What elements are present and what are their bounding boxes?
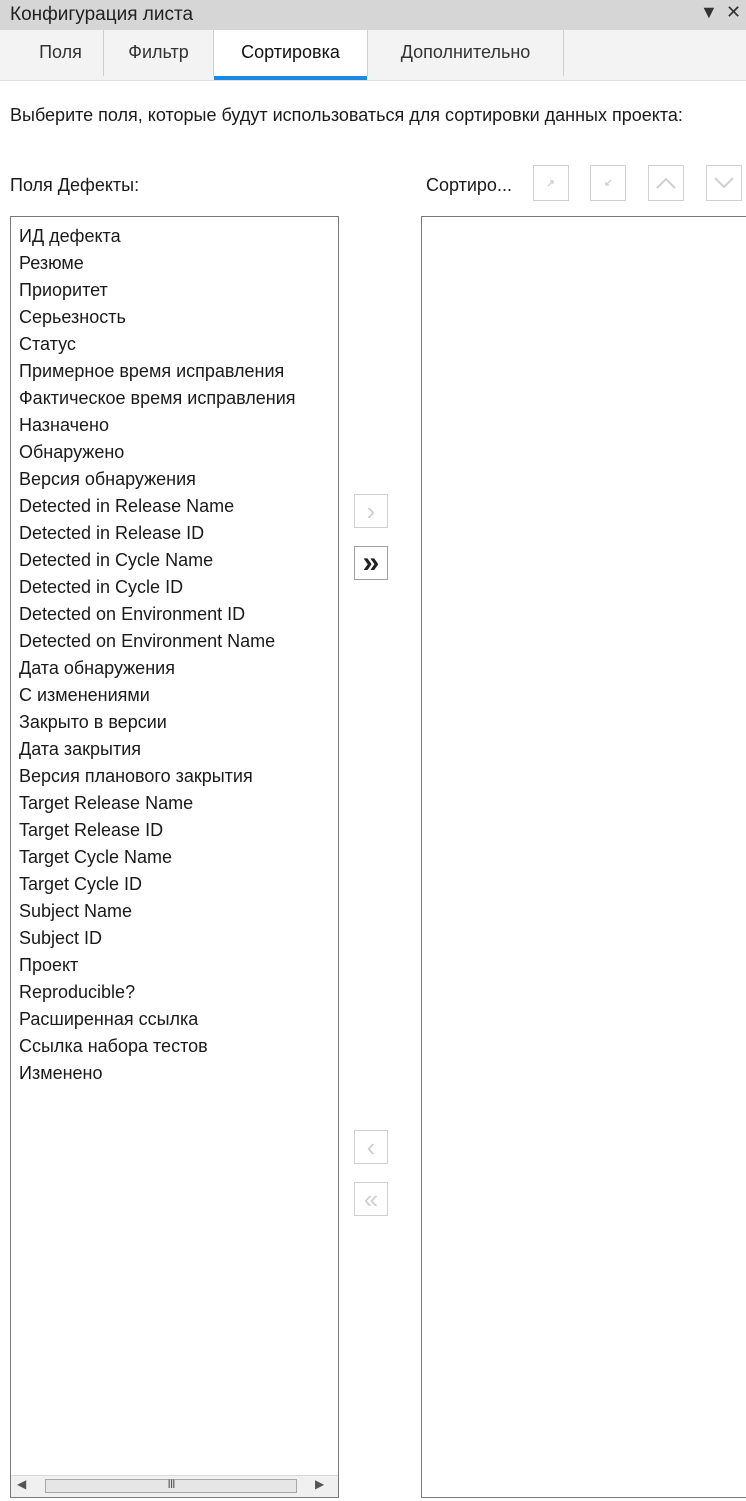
chevron-up-icon bbox=[656, 177, 676, 189]
description-text: Выберите поля, которые будут использоват… bbox=[10, 105, 683, 125]
remove-selected-button[interactable]: ‹ bbox=[354, 1130, 388, 1164]
scroll-right-icon[interactable]: ▶ bbox=[315, 1477, 324, 1491]
arrow-down-left-icon bbox=[605, 179, 612, 186]
chevron-down-icon bbox=[714, 177, 734, 189]
available-fields-label: Поля Дефекты: bbox=[10, 175, 140, 195]
field-list-item[interactable]: Приоритет bbox=[19, 277, 338, 304]
add-selected-button[interactable]: › bbox=[354, 494, 388, 528]
tab-sorting[interactable]: Сортировка bbox=[214, 30, 368, 80]
field-list-item[interactable]: Detected on Environment Name bbox=[19, 628, 338, 655]
available-fields-items: ИД дефекта Резюме Приоритет Серьезность Стат… bbox=[11, 217, 338, 1087]
move-top-button[interactable] bbox=[533, 165, 569, 201]
arrow-up-right-icon bbox=[547, 180, 554, 187]
field-list-item[interactable]: Дата закрытия bbox=[19, 736, 338, 763]
field-list-item[interactable]: Subject Name bbox=[19, 898, 338, 925]
field-list-item[interactable]: Статус bbox=[19, 331, 338, 358]
panel-titlebar: Конфигурация листа ▼ ✕ bbox=[0, 0, 746, 30]
field-list-item[interactable]: Detected in Cycle Name bbox=[19, 547, 338, 574]
field-list-item[interactable]: Проект bbox=[19, 952, 338, 979]
scroll-grip: III bbox=[167, 1477, 175, 1491]
field-list-item[interactable]: Серьезность bbox=[19, 304, 338, 331]
field-list-item[interactable]: С изменениями bbox=[19, 682, 338, 709]
panel-title: Конфигурация листа bbox=[10, 4, 194, 25]
remove-all-button[interactable]: « bbox=[354, 1182, 388, 1216]
add-all-button[interactable]: » bbox=[354, 546, 388, 580]
field-list-item[interactable]: Дата обнаружения bbox=[19, 655, 338, 682]
field-list-item[interactable]: Reproducible? bbox=[19, 979, 338, 1006]
sort-fields-list[interactable] bbox=[421, 216, 746, 1498]
field-list-item[interactable]: Ссылка набора тестов bbox=[19, 1033, 338, 1060]
tab-bar: Поля Фильтр Сортировка Дополнительно bbox=[0, 30, 746, 81]
field-list-item[interactable]: Изменено bbox=[19, 1060, 338, 1087]
sort-fields-label: Сортиро... bbox=[426, 175, 512, 195]
field-list-item[interactable]: Target Release ID bbox=[19, 817, 338, 844]
tab-filter[interactable]: Фильтр bbox=[104, 30, 214, 76]
available-fields-list[interactable]: ИД дефекта Резюме Приоритет Серьезность Стат… bbox=[10, 216, 339, 1498]
scroll-left-icon[interactable]: ◀ bbox=[17, 1477, 26, 1491]
field-list-item[interactable]: Резюме bbox=[19, 250, 338, 277]
scroll-thumb[interactable]: III bbox=[45, 1477, 297, 1493]
field-list-item[interactable]: Target Release Name bbox=[19, 790, 338, 817]
field-list-item[interactable]: Версия планового закрытия bbox=[19, 763, 338, 790]
field-list-item[interactable]: Обнаружено bbox=[19, 439, 338, 466]
field-list-item[interactable]: Назначено bbox=[19, 412, 338, 439]
field-list-item[interactable]: Subject ID bbox=[19, 925, 338, 952]
horizontal-scrollbar[interactable]: ◀ III ▶ bbox=[11, 1475, 338, 1497]
tab-advanced[interactable]: Дополнительно bbox=[368, 30, 564, 76]
field-list-item[interactable]: Detected in Cycle ID bbox=[19, 574, 338, 601]
field-list-item[interactable]: Фактическое время исправления bbox=[19, 385, 338, 412]
field-list-item[interactable]: ИД дефекта bbox=[19, 223, 338, 250]
tab-fields[interactable]: Поля bbox=[18, 30, 104, 76]
field-list-item[interactable]: Закрыто в версии bbox=[19, 709, 338, 736]
field-list-item[interactable]: Target Cycle ID bbox=[19, 871, 338, 898]
field-list-item[interactable]: Расширенная ссылка bbox=[19, 1006, 338, 1033]
close-icon[interactable]: ✕ bbox=[726, 2, 741, 23]
pin-dropdown-icon[interactable]: ▼ bbox=[700, 2, 718, 23]
field-list-item[interactable]: Detected in Release Name bbox=[19, 493, 338, 520]
move-up-button[interactable] bbox=[648, 165, 684, 201]
move-bottom-button[interactable] bbox=[590, 165, 626, 201]
field-list-item[interactable]: Версия обнаружения bbox=[19, 466, 338, 493]
field-list-item[interactable]: Detected in Release ID bbox=[19, 520, 338, 547]
field-list-item[interactable]: Примерное время исправления bbox=[19, 358, 338, 385]
field-list-item[interactable]: Detected on Environment ID bbox=[19, 601, 338, 628]
field-list-item[interactable]: Target Cycle Name bbox=[19, 844, 338, 871]
move-down-button[interactable] bbox=[706, 165, 742, 201]
